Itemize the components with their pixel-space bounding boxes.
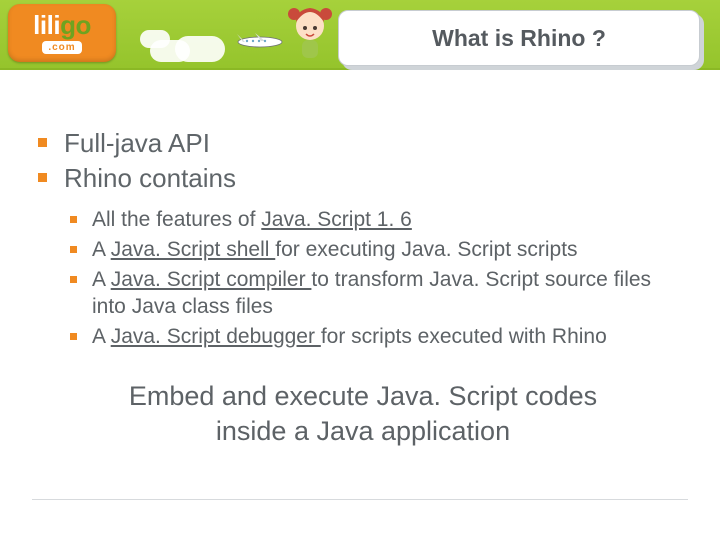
sub-list-item: A Java. Script compiler to transform Jav… <box>64 266 688 321</box>
logo-name: liligo <box>33 12 91 38</box>
text-pre: A <box>92 325 111 348</box>
character-illustration <box>280 0 340 64</box>
sub-list-item: A Java. Script debugger for scripts exec… <box>64 323 688 351</box>
text-underline: Java. Script shell <box>111 238 276 261</box>
list-item: Rhino contains All the features of Java.… <box>38 161 688 351</box>
text-pre: All the features of <box>92 208 261 231</box>
text-post: for scripts executed with Rhino <box>321 325 607 348</box>
header-bar: liligo .com What is Rhino ? <box>0 0 720 70</box>
text-post: for executing Java. Script scripts <box>275 238 577 261</box>
summary-line: inside a Java application <box>216 416 510 446</box>
airplane-icon <box>235 32 285 50</box>
sub-list-item: A Java. Script shell for executing Java.… <box>64 236 688 264</box>
text-underline: Java. Script debugger <box>111 325 321 348</box>
text-underline: Java. Script compiler <box>111 268 312 291</box>
slide-title: What is Rhino ? <box>338 10 700 66</box>
logo-suffix: .com <box>42 41 81 54</box>
liligo-logo: liligo .com <box>8 4 116 62</box>
footer-divider <box>32 499 688 500</box>
main-list: Full-java API Rhino contains All the fea… <box>38 126 688 351</box>
list-item: Full-java API <box>38 126 688 161</box>
list-item-text: Rhino contains <box>64 163 236 193</box>
header-illustration <box>130 0 330 70</box>
cloud-shape <box>140 30 170 48</box>
text-underline: Java. Script 1. 6 <box>261 208 412 231</box>
text-pre: A <box>92 238 111 261</box>
summary-line: Embed and execute Java. Script codes <box>129 381 597 411</box>
sub-list-item: All the features of Java. Script 1. 6 <box>64 206 688 234</box>
slide-body: Full-java API Rhino contains All the fea… <box>0 70 720 449</box>
logo-name-part2: go <box>60 10 91 40</box>
logo-name-part1: lili <box>33 10 60 40</box>
sub-list: All the features of Java. Script 1. 6 A … <box>64 206 688 351</box>
summary-text: Embed and execute Java. Script codes ins… <box>63 379 663 449</box>
text-pre: A <box>92 268 111 291</box>
cloud-shape <box>175 36 225 62</box>
list-item-text: Full-java API <box>64 128 210 158</box>
